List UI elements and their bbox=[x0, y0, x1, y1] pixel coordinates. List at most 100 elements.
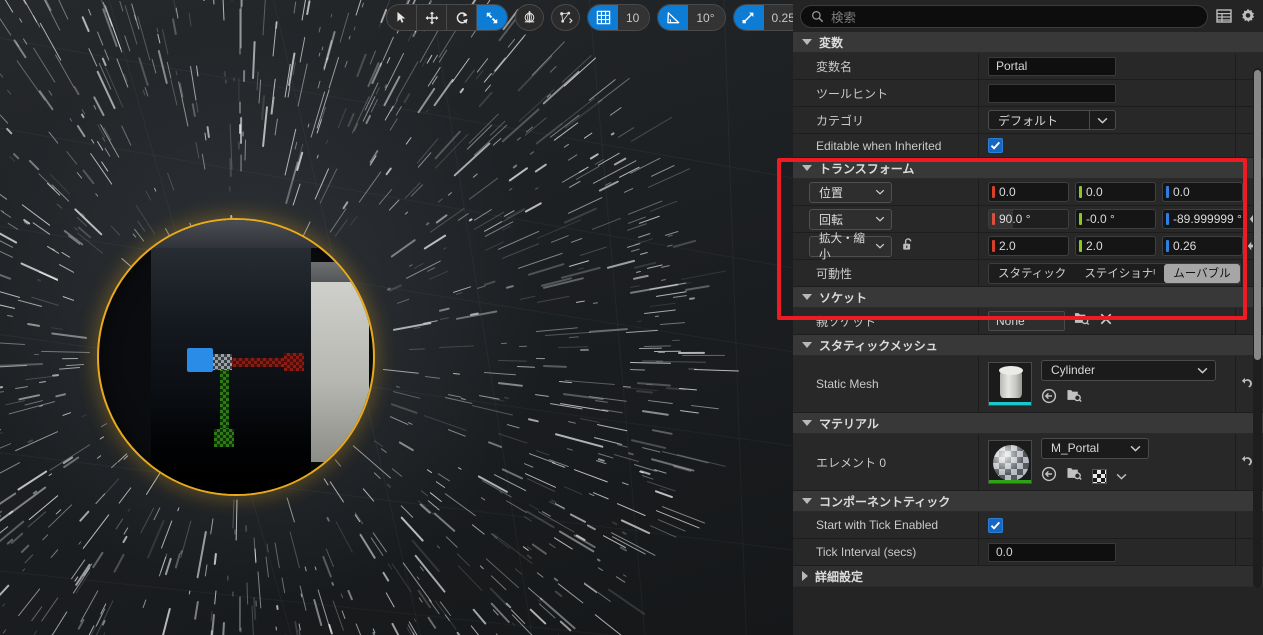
scrollbar-thumb[interactable] bbox=[1254, 70, 1261, 360]
use-selected-asset-icon[interactable] bbox=[1041, 388, 1057, 409]
dropdown-scale-type[interactable]: 拡大・縮小 bbox=[809, 236, 892, 257]
viewport-toolbar[interactable]: 10 10° 0.25 0.9 bbox=[386, 4, 793, 31]
input-rotation-z[interactable]: -89.999999 ° bbox=[1162, 209, 1245, 229]
scale-snap-value[interactable]: 0.25 bbox=[764, 5, 793, 30]
scale-gizmo[interactable] bbox=[194, 335, 314, 455]
unlocked-padlock-icon[interactable] bbox=[900, 237, 915, 255]
chevron-down-icon[interactable] bbox=[869, 216, 891, 222]
input-scale-x[interactable]: 2.0 bbox=[988, 236, 1069, 256]
section-header-component-tick[interactable]: コンポーネントティック bbox=[793, 491, 1263, 512]
search-icon bbox=[811, 10, 824, 23]
input-parent-socket[interactable]: None bbox=[988, 311, 1065, 331]
gizmo-y-handle[interactable] bbox=[214, 429, 234, 447]
portal-actor[interactable] bbox=[97, 218, 375, 496]
browse-folder-icon[interactable] bbox=[1074, 311, 1090, 331]
input-scale-z[interactable]: 0.26 bbox=[1162, 236, 1243, 256]
section-title-advanced: 詳細設定 bbox=[815, 568, 863, 585]
row-tooltip[interactable]: ツールヒント bbox=[793, 80, 1263, 107]
settings-gear-icon[interactable] bbox=[1240, 8, 1256, 24]
grid-icon[interactable] bbox=[588, 5, 618, 30]
grid-snap-control[interactable]: 10 bbox=[587, 4, 650, 31]
row-editable-when-inherited[interactable]: Editable when Inherited bbox=[793, 134, 1263, 158]
input-tick-interval[interactable]: 0.0 bbox=[988, 543, 1116, 562]
chevron-down-icon[interactable] bbox=[1116, 473, 1127, 480]
input-rotation-y[interactable]: -0.0 ° bbox=[1075, 209, 1156, 229]
chevron-down-icon[interactable] bbox=[869, 243, 891, 249]
cylinder-thumbnail[interactable] bbox=[988, 362, 1032, 406]
scale-arrow-icon[interactable] bbox=[734, 5, 764, 30]
gizmo-z-handle[interactable] bbox=[187, 348, 213, 372]
row-mobility[interactable]: 可動性 スタティック ステイショナᴵ ムーバブル bbox=[793, 260, 1263, 287]
input-rotation-x[interactable]: 90.0 ° bbox=[988, 209, 1069, 229]
row-material-element-0[interactable]: エレメント 0 M_Portal bbox=[793, 434, 1263, 491]
input-location-y[interactable]: 0.0 bbox=[1075, 182, 1156, 202]
scale-snap-control[interactable]: 0.25 bbox=[733, 4, 793, 31]
section-header-advanced[interactable]: 詳細設定 bbox=[793, 566, 1263, 587]
coordinate-system-button[interactable] bbox=[515, 4, 544, 31]
search-input[interactable]: 検索 bbox=[800, 5, 1208, 28]
dropdown-static-mesh-asset[interactable]: Cylinder bbox=[1041, 360, 1216, 381]
mobility-toggle-group[interactable]: スタティック ステイショナᴵ ムーバブル bbox=[988, 263, 1241, 284]
level-viewport[interactable]: 10 10° 0.25 0.9 bbox=[0, 0, 793, 635]
reset-arrow-icon[interactable] bbox=[1238, 455, 1252, 469]
browse-folder-icon[interactable] bbox=[1066, 388, 1083, 408]
reset-arrow-icon[interactable] bbox=[1238, 377, 1252, 391]
input-location-z[interactable]: 0.0 bbox=[1162, 182, 1243, 202]
material-sphere-thumbnail[interactable] bbox=[988, 440, 1032, 484]
mobility-option-static[interactable]: スタティック bbox=[989, 264, 1075, 283]
surface-snap-button[interactable] bbox=[551, 4, 580, 31]
column-view-icon[interactable] bbox=[1216, 8, 1232, 24]
section-header-materials[interactable]: マテリアル bbox=[793, 413, 1263, 434]
section-header-socket[interactable]: ソケット bbox=[793, 287, 1263, 308]
details-panel: 検索 変数 変数名 Portal ツールヒント カテゴリ デフォルト Edita… bbox=[793, 0, 1263, 635]
label-variable-name: 変数名 bbox=[793, 53, 979, 79]
move-tool-button[interactable] bbox=[417, 5, 447, 30]
label-material-element-0: エレメント 0 bbox=[793, 434, 979, 490]
row-category[interactable]: カテゴリ デフォルト bbox=[793, 107, 1263, 134]
details-scroll-area[interactable]: 変数 変数名 Portal ツールヒント カテゴリ デフォルト Editable… bbox=[793, 32, 1263, 635]
angle-snap-value[interactable]: 10° bbox=[688, 5, 724, 30]
angle-snap-control[interactable]: 10° bbox=[657, 4, 725, 31]
details-scrollbar[interactable] bbox=[1253, 68, 1262, 588]
mobility-option-movable[interactable]: ムーバブル bbox=[1164, 264, 1239, 283]
section-header-transform[interactable]: トランスフォーム bbox=[793, 158, 1263, 179]
dropdown-material-asset[interactable]: M_Portal bbox=[1041, 438, 1149, 459]
mobility-option-stationary[interactable]: ステイショナᴵ bbox=[1075, 264, 1164, 283]
chevron-down-icon[interactable] bbox=[1189, 361, 1215, 380]
close-x-icon[interactable] bbox=[1099, 312, 1113, 331]
dropdown-rotation-type[interactable]: 回転 bbox=[809, 209, 892, 230]
grid-snap-value[interactable]: 10 bbox=[618, 5, 649, 30]
use-selected-asset-icon[interactable] bbox=[1041, 466, 1057, 487]
chevron-down-icon[interactable] bbox=[1089, 111, 1115, 129]
dropdown-location-type[interactable]: 位置 bbox=[809, 182, 892, 203]
row-parent-socket[interactable]: 親ソケット None bbox=[793, 308, 1263, 335]
browse-folder-icon[interactable] bbox=[1066, 466, 1083, 486]
section-header-static-mesh[interactable]: スタティックメッシュ bbox=[793, 335, 1263, 356]
gizmo-x-handle[interactable] bbox=[284, 353, 304, 371]
rotate-tool-button[interactable] bbox=[447, 5, 477, 30]
chevron-down-icon bbox=[802, 165, 812, 171]
checkbox-editable-when-inherited[interactable] bbox=[988, 138, 1003, 153]
input-location-x[interactable]: 0.0 bbox=[988, 182, 1069, 202]
row-location[interactable]: 位置 0.0 0.0 0.0 bbox=[793, 179, 1263, 206]
input-tooltip[interactable] bbox=[988, 84, 1116, 103]
dropdown-category[interactable]: デフォルト bbox=[988, 110, 1116, 130]
row-tick-interval[interactable]: Tick Interval (secs) 0.0 bbox=[793, 539, 1263, 566]
checker-swatch-icon[interactable] bbox=[1092, 469, 1107, 484]
section-header-variable[interactable]: 変数 bbox=[793, 32, 1263, 53]
row-variable-name[interactable]: 変数名 Portal bbox=[793, 53, 1263, 80]
gizmo-center-handle[interactable] bbox=[212, 354, 232, 370]
checkbox-start-with-tick-enabled[interactable] bbox=[988, 518, 1003, 533]
input-scale-y[interactable]: 2.0 bbox=[1075, 236, 1156, 256]
scale-tool-button[interactable] bbox=[477, 5, 507, 30]
select-tool-button[interactable] bbox=[387, 5, 417, 30]
input-variable-name[interactable]: Portal bbox=[988, 57, 1116, 76]
transform-mode-group[interactable] bbox=[386, 4, 508, 31]
chevron-down-icon[interactable] bbox=[869, 189, 891, 195]
row-scale[interactable]: 拡大・縮小 2.0 2.0 0.26 bbox=[793, 233, 1263, 260]
row-static-mesh[interactable]: Static Mesh Cylinder bbox=[793, 356, 1263, 413]
row-rotation[interactable]: 回転 90.0 ° -0.0 ° -89.999999 ° bbox=[793, 206, 1263, 233]
angle-icon[interactable] bbox=[658, 5, 688, 30]
chevron-down-icon[interactable] bbox=[1122, 439, 1148, 458]
row-start-with-tick-enabled[interactable]: Start with Tick Enabled bbox=[793, 512, 1263, 539]
